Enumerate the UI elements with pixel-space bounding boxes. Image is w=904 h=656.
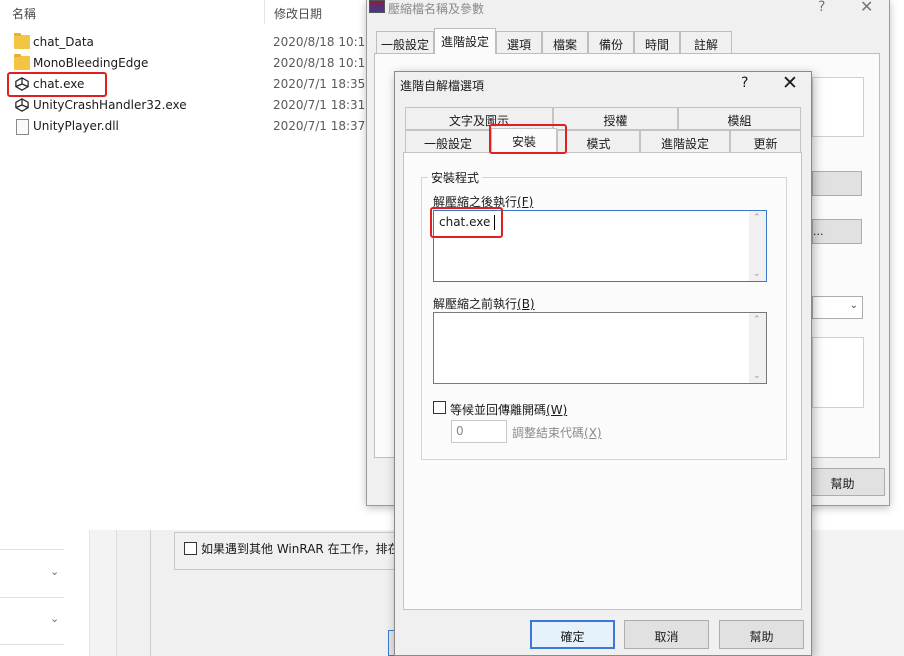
highlight-box-run-after (430, 207, 503, 238)
run-before-label-text: 解壓縮之前執行 (433, 297, 518, 311)
file-row[interactable]: chat_Data 2020/8/18 10:12 (12, 32, 373, 53)
highlight-box-setup-tab (489, 124, 567, 154)
run-before-accesskey: (B) (517, 297, 535, 311)
queue-checkbox[interactable] (184, 542, 197, 555)
file-date: 2020/8/18 10:12 (273, 35, 373, 49)
archive-panel-dropdown[interactable]: ⌄ (812, 296, 863, 319)
file-date: 2020/7/1 18:31 (273, 98, 366, 112)
file-name: MonoBleedingEdge (33, 56, 149, 70)
wait-exit-code-accesskey: (W) (546, 403, 568, 417)
file-name: UnityCrashHandler32.exe (33, 98, 187, 112)
tab-advanced[interactable]: 進階設定 (434, 28, 496, 54)
tab-general[interactable]: 一般設定 (376, 31, 434, 53)
close-icon[interactable]: ✕ (860, 0, 873, 16)
archive-panel-button[interactable] (812, 171, 862, 196)
scrollbar[interactable]: ⌃ ⌄ (749, 313, 766, 383)
tab-comment[interactable]: 註解 (680, 31, 732, 53)
file-date: 2020/7/1 18:37 (273, 119, 366, 133)
file-date: 2020/7/1 18:35 (273, 77, 366, 91)
highlight-box-chat-exe (7, 72, 107, 97)
exit-code-label: 調整結束代碼(X) (512, 424, 602, 441)
run-before-textarea[interactable]: ⌃ ⌄ (433, 312, 767, 384)
help-button[interactable]: 幫助 (719, 620, 804, 649)
help-icon[interactable]: ? (818, 0, 825, 15)
column-header-date[interactable]: 修改日期 (274, 5, 322, 22)
exit-code-label-text: 調整結束代碼 (512, 426, 585, 440)
archive-panel-box-2 (812, 337, 864, 408)
nav-separator (0, 644, 64, 645)
run-after-accesskey: (F) (517, 195, 534, 209)
close-icon[interactable]: ✕ (782, 72, 798, 94)
winrar-icon (369, 0, 385, 13)
queue-checkbox-label: 如果遇到其他 WinRAR 在工作，排在 (201, 542, 400, 556)
tab-update[interactable]: 更新 (730, 130, 801, 153)
file-row[interactable]: UnityPlayer.dll 2020/7/1 18:37 (12, 116, 372, 137)
wait-exit-code-checkbox[interactable] (433, 401, 446, 414)
wait-exit-code-label[interactable]: 等候並回傳離開碼(W) (450, 401, 567, 418)
archive-dialog-title: 壓縮檔名稱及參數 (388, 2, 485, 16)
scroll-up-icon[interactable]: ⌃ (753, 213, 761, 223)
nav-separator (0, 549, 64, 550)
setup-group-title: 安裝程式 (428, 169, 483, 186)
scrollbar[interactable]: ⌃ ⌄ (749, 211, 766, 281)
sort-ascending-icon: ⌃ (132, 0, 142, 7)
file-name: chat_Data (33, 35, 94, 49)
tab-license[interactable]: 授權 (553, 107, 678, 130)
exit-code-accesskey: (X) (584, 426, 602, 440)
folder-icon (14, 54, 30, 70)
scroll-up-icon[interactable]: ⌃ (753, 315, 761, 325)
wait-exit-code-text: 等候並回傳離開碼 (450, 403, 547, 417)
scroll-down-icon[interactable]: ⌄ (753, 269, 761, 279)
file-date: 2020/8/18 10:12 (273, 56, 373, 70)
tab-module[interactable]: 模組 (678, 107, 801, 130)
ok-button[interactable]: 確定 (530, 620, 615, 649)
archive-help-button[interactable]: 幫助 (800, 468, 885, 496)
tab-general[interactable]: 一般設定 (405, 130, 491, 153)
archive-panel-button-browse[interactable]: ... (812, 219, 862, 244)
background-strip (116, 530, 150, 656)
file-row[interactable]: MonoBleedingEdge 2020/8/18 10:12 (12, 53, 373, 74)
file-name: UnityPlayer.dll (33, 119, 119, 133)
sfx-dialog-title: 進階自解檔選項 (400, 79, 485, 93)
cancel-button[interactable]: 取消 (624, 620, 709, 649)
browse-button-label: ... (813, 225, 824, 238)
unity-app-icon (15, 98, 29, 112)
tab-advanced[interactable]: 進階設定 (640, 130, 730, 153)
exit-code-input[interactable]: 0 (451, 420, 507, 443)
help-icon[interactable]: ? (741, 75, 748, 91)
dll-file-icon (16, 119, 29, 135)
chevron-down-icon[interactable]: ⌄ (50, 565, 59, 578)
tab-time[interactable]: 時間 (634, 31, 680, 53)
archive-panel-box (812, 77, 864, 137)
nav-separator (0, 597, 64, 598)
file-row[interactable]: UnityCrashHandler32.exe 2020/7/1 18:31 (12, 95, 372, 116)
column-header-name[interactable]: 名稱 (12, 5, 36, 22)
column-divider[interactable] (264, 0, 265, 24)
scroll-down-icon[interactable]: ⌄ (753, 371, 761, 381)
tab-files[interactable]: 檔案 (542, 31, 588, 53)
folder-icon (14, 33, 30, 49)
tab-options[interactable]: 選項 (496, 31, 542, 53)
tab-mode[interactable]: 模式 (557, 130, 640, 153)
chevron-down-icon: ⌄ (849, 300, 858, 311)
tab-backup[interactable]: 備份 (588, 31, 634, 53)
run-before-label: 解壓縮之前執行(B) (433, 295, 535, 312)
chevron-down-icon[interactable]: ⌄ (50, 612, 59, 625)
